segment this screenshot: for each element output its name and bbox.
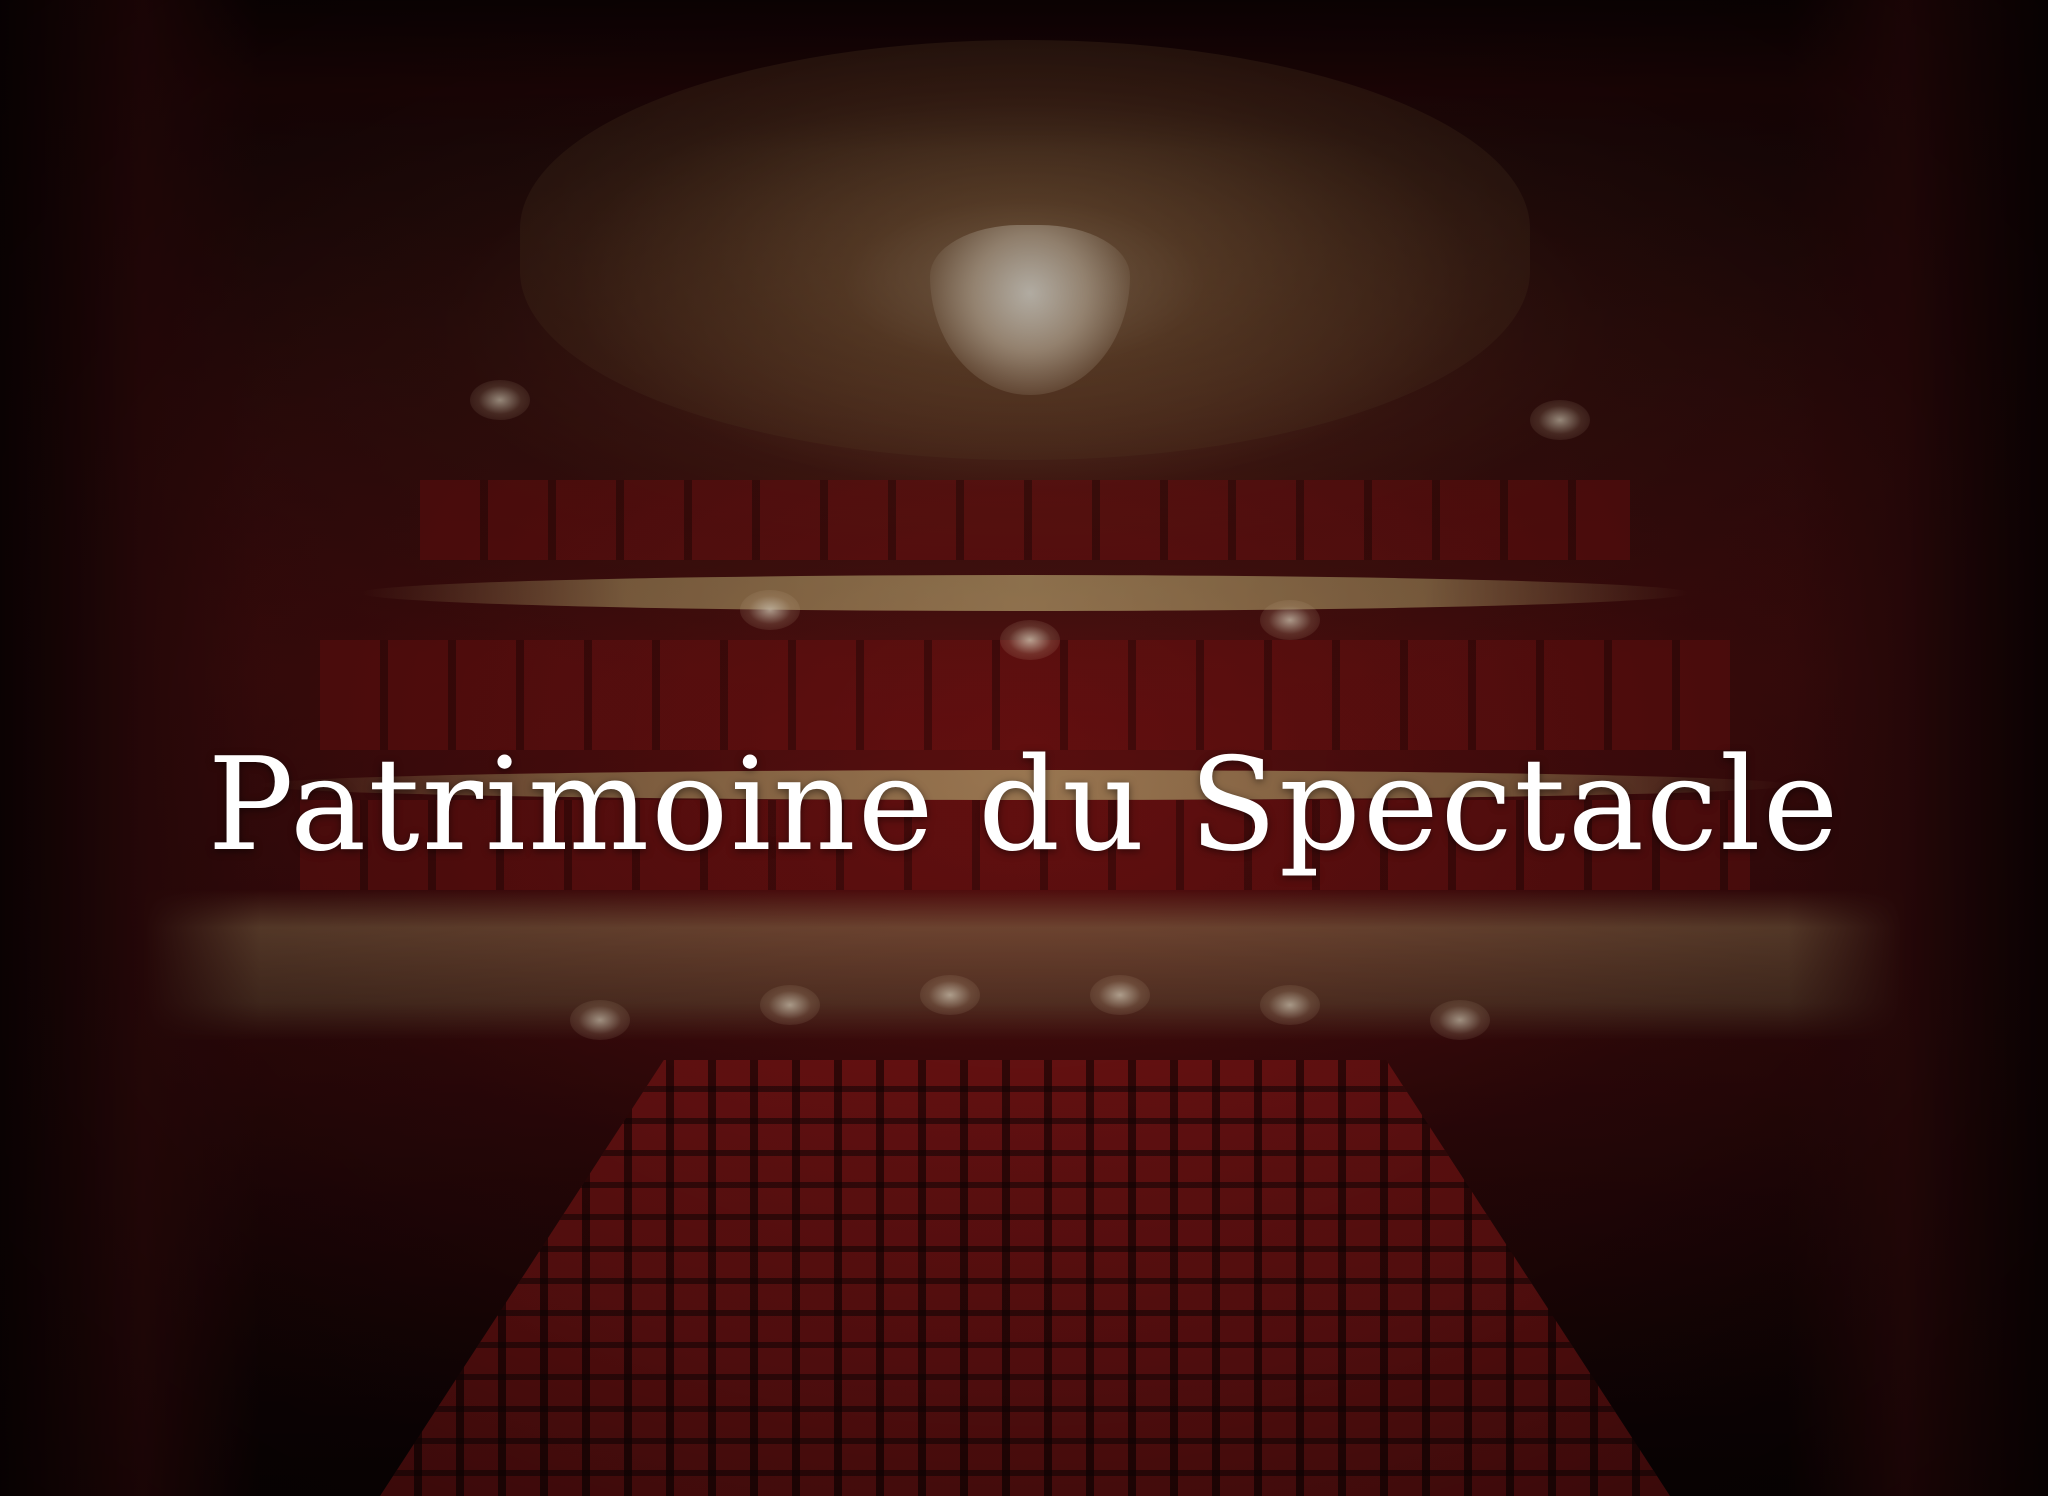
- title-container: Patrimoine du Spectacle: [0, 640, 2048, 972]
- page-title: Patrimoine du Spectacle: [207, 730, 1841, 880]
- hero-section: Patrimoine du Spectacle: [0, 0, 2048, 1496]
